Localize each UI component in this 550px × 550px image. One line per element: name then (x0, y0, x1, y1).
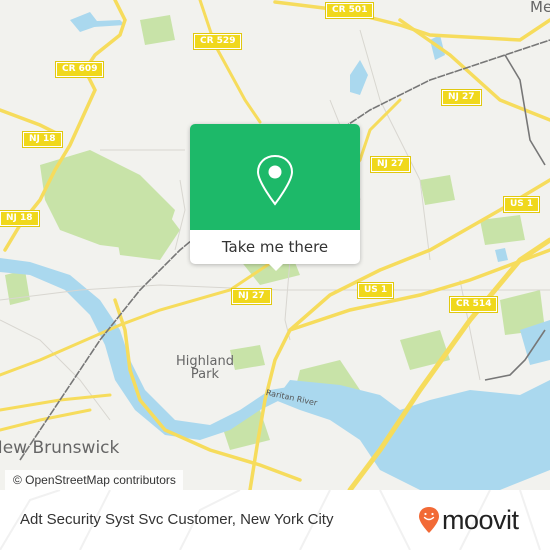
moovit-logo[interactable]: moovit (418, 506, 519, 534)
popup-header (190, 124, 360, 230)
road-shield-us1: US 1 (502, 196, 541, 213)
road-shield-cr529: CR 529 (192, 33, 243, 50)
road-shield-nj18: NJ 18 (0, 210, 40, 227)
moovit-wordmark: moovit (442, 505, 519, 535)
moovit-pin-icon (419, 507, 439, 533)
road-shield-cr609: CR 609 (54, 61, 105, 78)
road-shield-cr501: CR 501 (324, 2, 375, 19)
road-shield-nj27: NJ 27 (231, 288, 272, 305)
place-label-highland-park: Highland Park (176, 354, 234, 382)
road-shield-cr514: CR 514 (448, 296, 499, 313)
map-pin-icon (256, 154, 294, 206)
road-shield-nj18: NJ 18 (22, 131, 63, 148)
road-shield-us1: US 1 (356, 282, 395, 299)
map-view[interactable]: CR 501 CR 529 CR 609 NJ 18 NJ 18 NJ 27 N… (0, 0, 550, 490)
location-popup[interactable]: Take me there (190, 124, 360, 271)
road-shield-nj27: NJ 27 (370, 156, 411, 173)
take-me-there-button[interactable]: Take me there (190, 230, 360, 264)
road-shield-nj27: NJ 27 (441, 89, 482, 106)
map-attribution[interactable]: © OpenStreetMap contributors (5, 470, 183, 490)
popup-pointer (268, 263, 284, 271)
footer-bar: Adt Security Syst Svc Customer, New York… (0, 490, 550, 550)
place-label-metuchen: Me (530, 0, 550, 16)
place-title: Adt Security Syst Svc Customer, New York… (20, 511, 334, 528)
place-label-new-brunswick: New Brunswick (0, 438, 120, 458)
